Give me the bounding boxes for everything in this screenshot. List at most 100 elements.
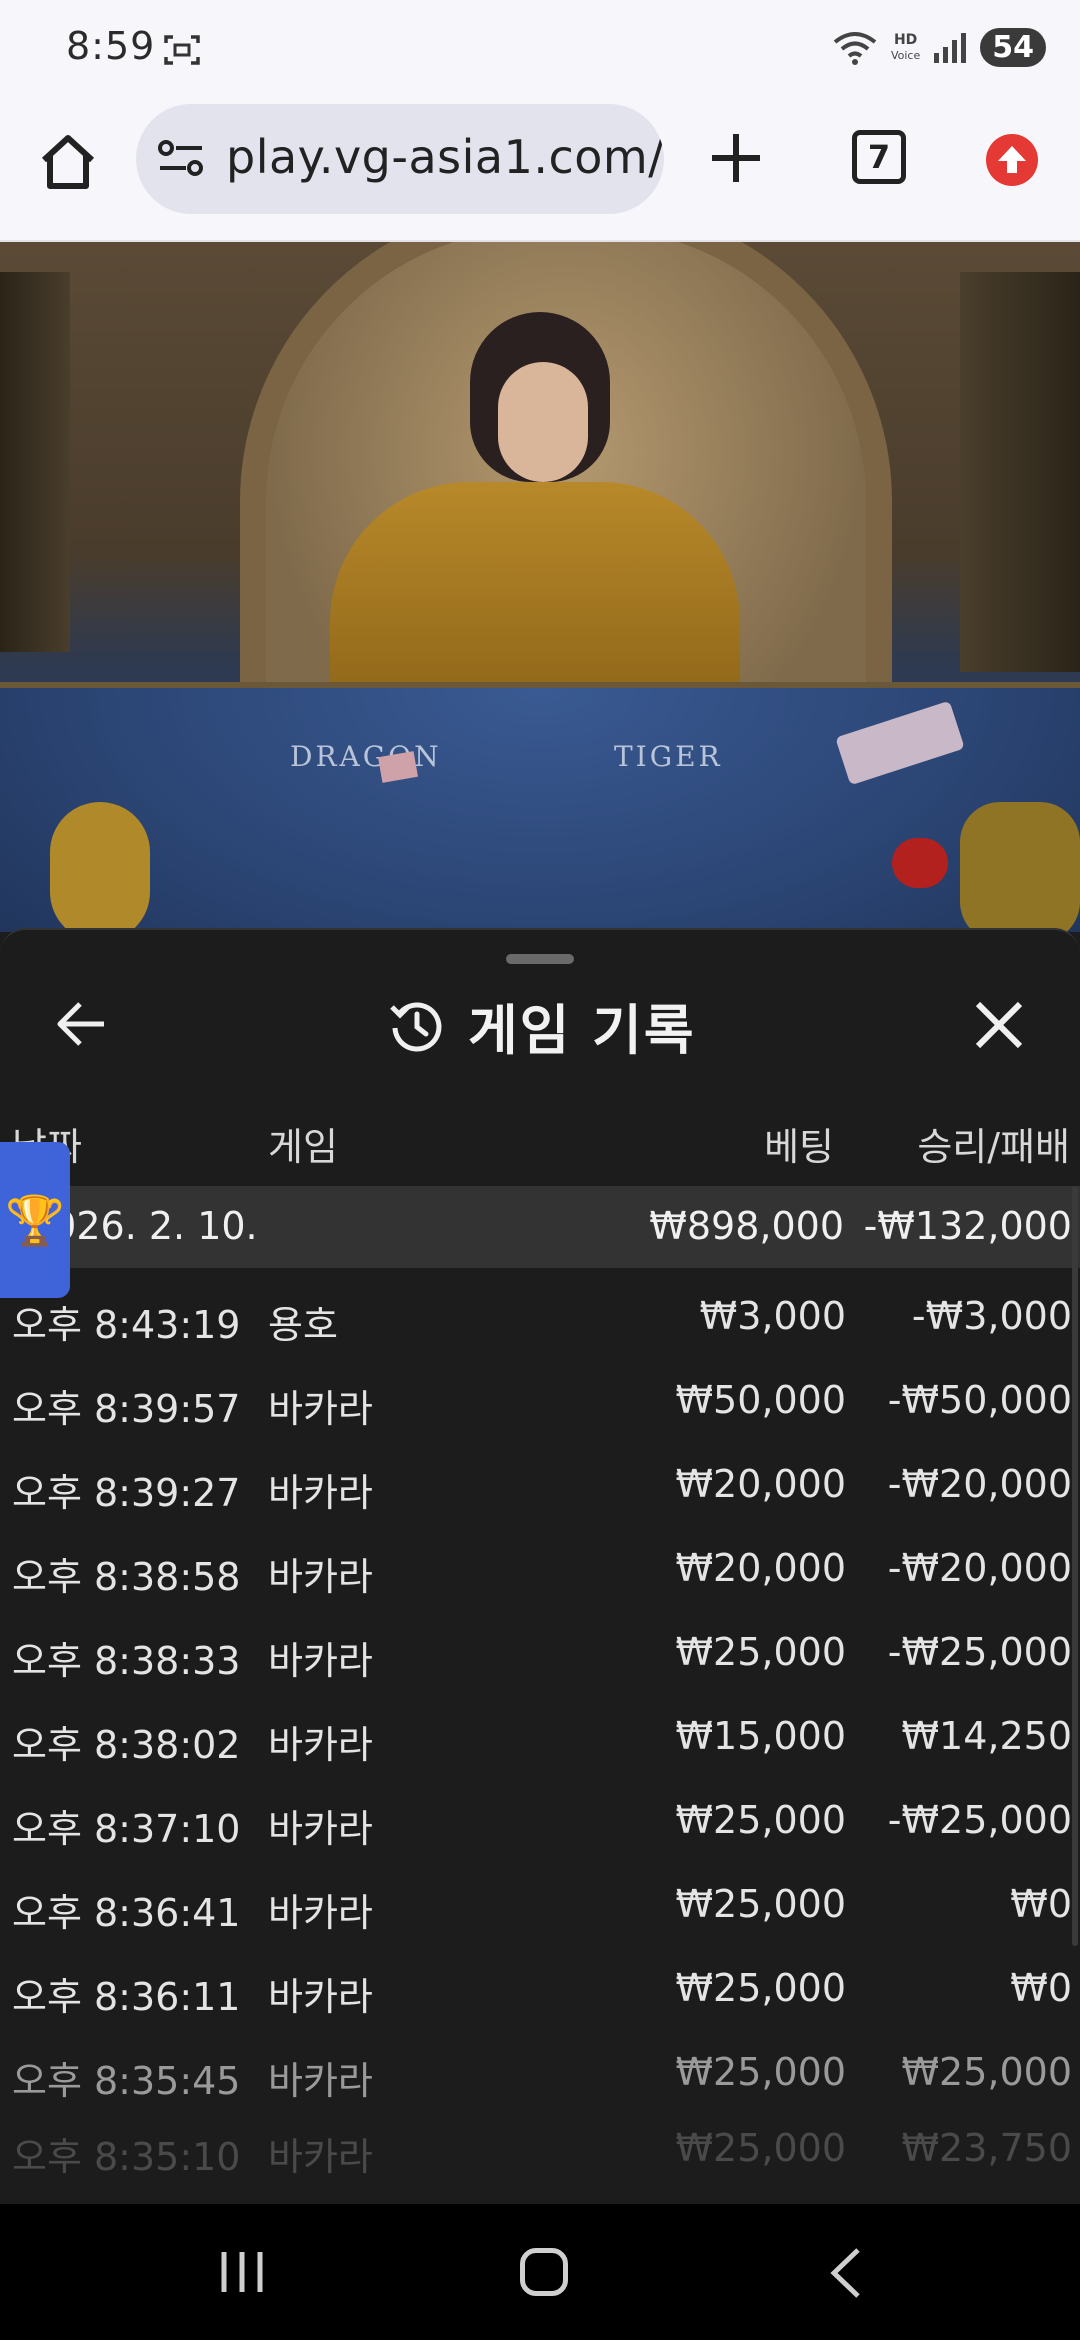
history-table: 2026. 2. 10. ₩898,000 -₩132,000 오후 8:43:… bbox=[0, 1186, 1080, 2179]
row-time: 오후 8:38:02 bbox=[12, 1723, 241, 1767]
status-time: 8:59 bbox=[66, 24, 156, 68]
home-nav-button[interactable] bbox=[520, 2248, 568, 2296]
row-bet: ₩25,000 bbox=[675, 2050, 846, 2094]
signal-icon bbox=[934, 32, 967, 63]
row-game: 바카라 bbox=[268, 1807, 373, 1851]
row-time: 오후 8:36:41 bbox=[12, 1891, 241, 1935]
summary-bet: ₩898,000 bbox=[649, 1204, 844, 1248]
history-row[interactable]: 오후 8:36:41 바카라 ₩25,000 ₩0 bbox=[0, 1864, 1080, 1948]
dragon-decoration-right bbox=[960, 272, 1080, 672]
row-result: -₩50,000 bbox=[887, 1378, 1072, 1422]
row-game: 용호 bbox=[268, 1303, 338, 1347]
screenshot-icon bbox=[164, 35, 200, 65]
table-label-dragon: DRAGON bbox=[290, 740, 442, 773]
status-indicators: HD Voice 54 bbox=[833, 28, 1046, 67]
row-bet: ₩20,000 bbox=[675, 1462, 846, 1506]
back-nav-button[interactable] bbox=[826, 2246, 866, 2300]
tab-switcher-button[interactable]: 7 bbox=[852, 130, 906, 184]
row-result: ₩23,750 bbox=[901, 2126, 1072, 2170]
row-time: 오후 8:39:57 bbox=[12, 1387, 241, 1431]
row-result: -₩25,000 bbox=[887, 1630, 1072, 1674]
row-bet: ₩50,000 bbox=[675, 1378, 846, 1422]
summary-result: -₩132,000 bbox=[863, 1204, 1072, 1248]
row-result: ₩0 bbox=[1010, 1882, 1072, 1926]
recent-apps-button[interactable] bbox=[212, 2248, 272, 2296]
row-bet: ₩25,000 bbox=[675, 1966, 846, 2010]
new-tab-button[interactable] bbox=[708, 130, 764, 186]
row-game: 바카라 bbox=[268, 1471, 373, 1515]
browser-toolbar: play.vg-asia1.com/ 7 bbox=[0, 100, 1080, 242]
game-history-panel: 게임 기록 날짜 게임 베팅 승리/패배 2026. 2. 10. ₩898,0… bbox=[0, 928, 1080, 2206]
row-time: 오후 8:38:58 bbox=[12, 1555, 241, 1599]
row-bet: ₩25,000 bbox=[675, 1630, 846, 1674]
history-row[interactable]: 오후 8:38:33 바카라 ₩25,000 -₩25,000 bbox=[0, 1612, 1080, 1696]
trophy-button[interactable]: 🏆 bbox=[0, 1142, 70, 1298]
history-row[interactable]: 오후 8:39:57 바카라 ₩50,000 -₩50,000 bbox=[0, 1360, 1080, 1444]
row-game: 바카라 bbox=[268, 1639, 373, 1683]
arrow-up-icon bbox=[998, 146, 1026, 173]
row-time: 오후 8:43:19 bbox=[12, 1303, 241, 1347]
history-rows: 오후 8:43:19 용호 ₩3,000 -₩3,000 오후 8:39:57 바카라 ₩5… bbox=[0, 1276, 1080, 2179]
row-result: -₩25,000 bbox=[887, 1798, 1072, 1842]
site-settings-icon[interactable] bbox=[158, 138, 204, 178]
row-game: 바카라 bbox=[268, 1387, 373, 1431]
header-bet: 베팅 bbox=[764, 1125, 834, 1169]
row-bet: ₩25,000 bbox=[675, 1882, 846, 1926]
history-row[interactable]: 오후 8:43:19 용호 ₩3,000 -₩3,000 bbox=[0, 1276, 1080, 1360]
table-label-tiger: TIGER bbox=[614, 740, 723, 773]
row-result: ₩14,250 bbox=[901, 1714, 1072, 1758]
history-row[interactable]: 오후 8:37:10 바카라 ₩25,000 -₩25,000 bbox=[0, 1780, 1080, 1864]
status-bar: 8:59 HD Voice 54 bbox=[0, 0, 1080, 100]
update-button[interactable] bbox=[986, 134, 1038, 186]
live-dealer-video[interactable]: DRAGON TIGER bbox=[0, 242, 1080, 932]
dragon-decoration-left bbox=[0, 272, 70, 652]
gold-ornament-right bbox=[960, 802, 1080, 932]
history-row[interactable]: 오후 8:35:45 바카라 ₩25,000 ₩25,000 bbox=[0, 2032, 1080, 2116]
dealer-face bbox=[498, 362, 588, 482]
history-row[interactable]: 오후 8:38:02 바카라 ₩15,000 ₩14,250 bbox=[0, 1696, 1080, 1780]
day-summary-row[interactable]: 2026. 2. 10. ₩898,000 -₩132,000 bbox=[0, 1186, 1080, 1268]
close-icon[interactable] bbox=[972, 998, 1026, 1052]
row-time: 오후 8:36:11 bbox=[12, 1975, 241, 2019]
url-text[interactable]: play.vg-asia1.com/ bbox=[226, 130, 664, 184]
history-row[interactable]: 오후 8:36:11 바카라 ₩25,000 ₩0 bbox=[0, 1948, 1080, 2032]
row-result: -₩20,000 bbox=[887, 1546, 1072, 1590]
history-row[interactable]: 오후 8:35:10 바카라 ₩25,000 ₩23,750 bbox=[0, 2116, 1080, 2179]
trophy-icon: 🏆 bbox=[5, 1192, 65, 1249]
battery-indicator: 54 bbox=[980, 28, 1046, 67]
row-result: -₩20,000 bbox=[887, 1462, 1072, 1506]
home-button[interactable] bbox=[36, 130, 100, 194]
history-icon bbox=[390, 1002, 442, 1051]
row-game: 바카라 bbox=[268, 2135, 373, 2179]
row-game: 바카라 bbox=[268, 1555, 373, 1599]
row-result: -₩3,000 bbox=[911, 1294, 1072, 1338]
panel-title: 게임 기록 bbox=[468, 999, 696, 1062]
hd-voice-icon: HD Voice bbox=[890, 31, 921, 62]
row-time: 오후 8:38:33 bbox=[12, 1639, 241, 1683]
row-bet: ₩25,000 bbox=[675, 2126, 846, 2170]
red-apple-ornament bbox=[892, 838, 948, 888]
back-arrow-button[interactable] bbox=[52, 994, 112, 1054]
history-row[interactable]: 오후 8:39:27 바카라 ₩20,000 -₩20,000 bbox=[0, 1444, 1080, 1528]
row-time: 오후 8:37:10 bbox=[12, 1807, 241, 1851]
system-navigation-bar bbox=[0, 2204, 1080, 2340]
scrollbar[interactable] bbox=[1072, 1186, 1078, 1946]
row-time: 오후 8:39:27 bbox=[12, 1471, 241, 1515]
panel-header: 게임 기록 bbox=[388, 986, 696, 1065]
gold-ornament-left bbox=[50, 802, 150, 932]
wifi-icon bbox=[833, 31, 877, 65]
row-game: 바카라 bbox=[268, 1723, 373, 1767]
row-game: 바카라 bbox=[268, 2059, 373, 2103]
row-time: 오후 8:35:45 bbox=[12, 2059, 241, 2103]
row-bet: ₩25,000 bbox=[675, 1798, 846, 1842]
row-game: 바카라 bbox=[268, 1891, 373, 1935]
row-bet: ₩15,000 bbox=[675, 1714, 846, 1758]
history-row[interactable]: 오후 8:38:58 바카라 ₩20,000 -₩20,000 bbox=[0, 1528, 1080, 1612]
row-bet: ₩3,000 bbox=[699, 1294, 846, 1338]
header-game: 게임 bbox=[268, 1125, 338, 1169]
address-bar[interactable]: play.vg-asia1.com/ bbox=[136, 104, 664, 214]
header-result: 승리/패배 bbox=[917, 1125, 1070, 1169]
row-game: 바카라 bbox=[268, 1975, 373, 2019]
row-result: ₩0 bbox=[1010, 1966, 1072, 2010]
drag-handle[interactable] bbox=[506, 954, 574, 964]
